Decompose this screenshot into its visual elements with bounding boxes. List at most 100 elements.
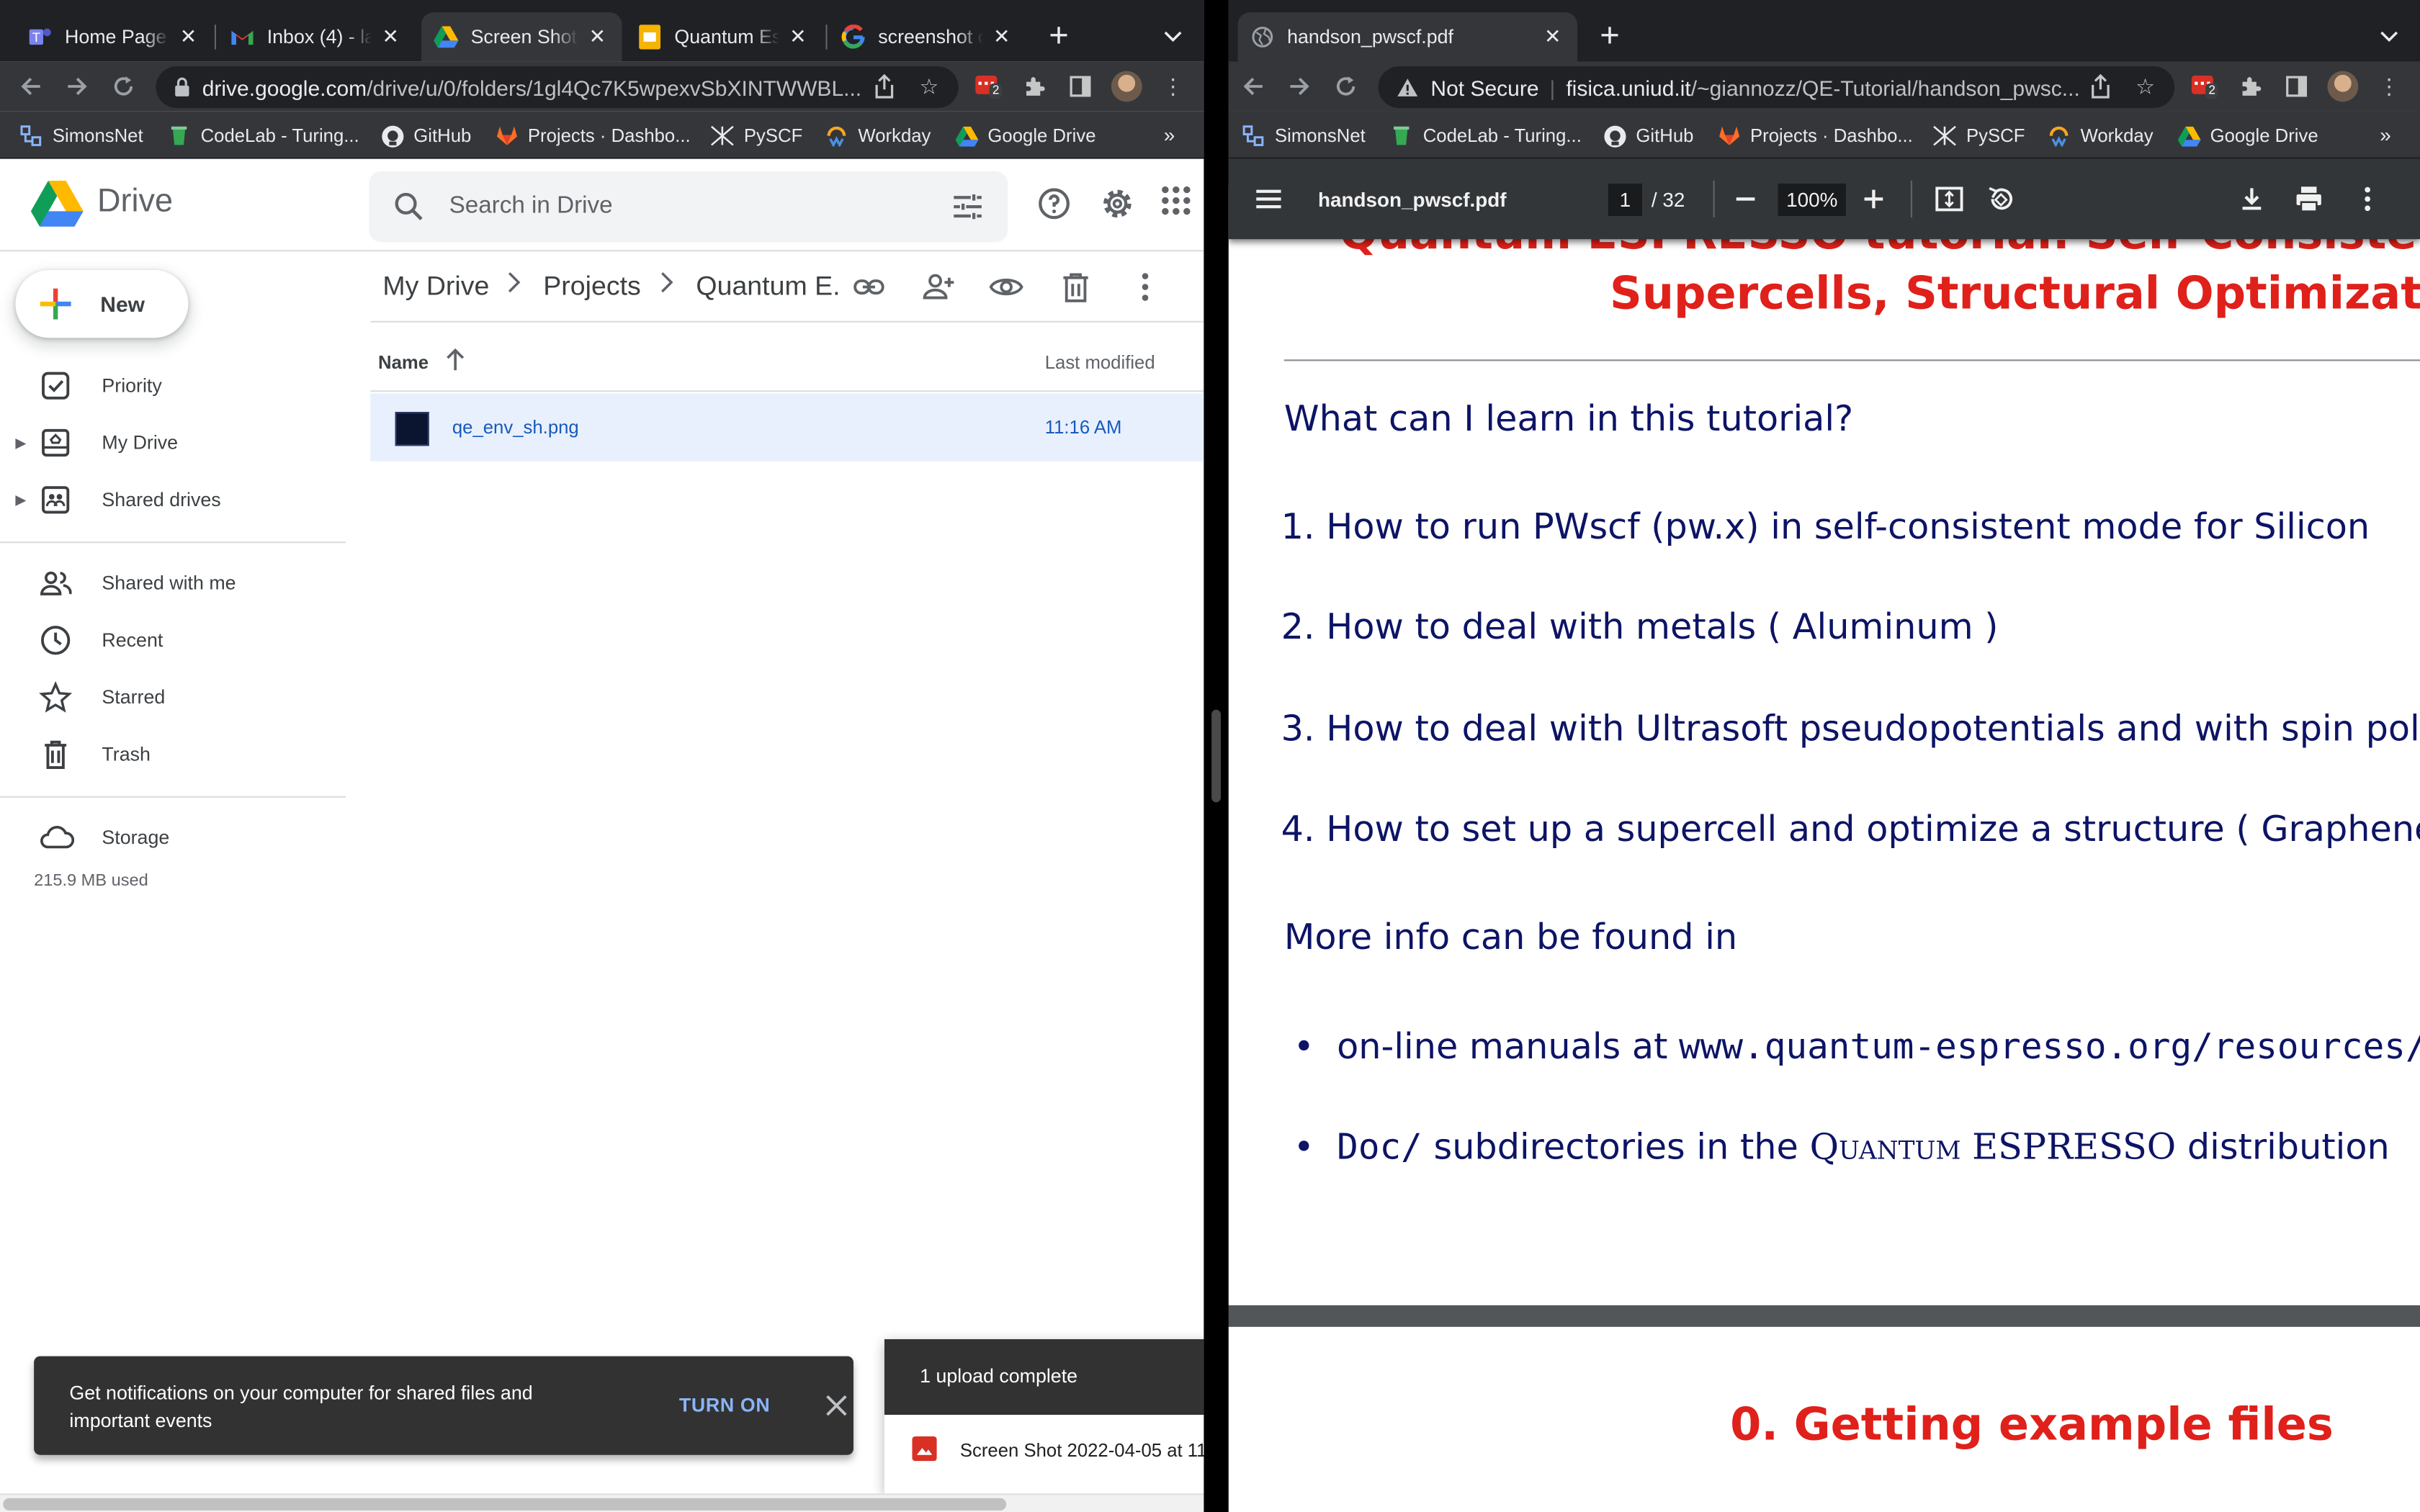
sort-arrow-up-icon[interactable] — [443, 346, 467, 374]
side-panel-icon[interactable] — [2278, 68, 2315, 104]
close-icon[interactable]: ✕ — [786, 24, 810, 49]
tab-screen-shots[interactable]: Screen Shots ✕ — [421, 12, 622, 62]
share-icon[interactable] — [866, 68, 902, 104]
bookmark-projects[interactable]: Projects · Dashbo... — [1716, 122, 1913, 150]
page-number-input[interactable]: 1 — [1608, 183, 1642, 216]
print-icon[interactable] — [2293, 181, 2330, 217]
reload-icon[interactable] — [1327, 68, 1364, 104]
add-person-icon[interactable] — [920, 269, 956, 305]
zoom-in-icon[interactable] — [1858, 181, 1895, 217]
bookmark-pyscf[interactable]: PySCF — [710, 122, 802, 150]
bookmark-workday[interactable]: Workday — [2046, 122, 2154, 150]
turn-on-button[interactable]: TURN ON — [679, 1395, 771, 1416]
divider-handle[interactable] — [1211, 709, 1221, 803]
sidebar-item-my-drive[interactable]: ▶ My Drive — [0, 418, 346, 468]
not-secure-label[interactable]: Not Secure — [1430, 75, 1538, 99]
search-icon[interactable] — [390, 188, 427, 225]
new-tab-button[interactable]: + — [1037, 15, 1080, 58]
tab-quantum-espresso[interactable]: Quantum Esp ✕ — [625, 12, 823, 62]
split-view-divider[interactable] — [1204, 0, 1229, 1512]
bookmark-github[interactable]: GitHub — [1602, 122, 1693, 150]
breadcrumb-quantum[interactable]: Quantum E. — [696, 270, 840, 302]
uploaded-file-name[interactable]: Screen Shot 2022-04-05 at 11 — [960, 1439, 1204, 1461]
bookmark-simonsnet[interactable]: SimonsNet — [1241, 122, 1366, 150]
zoom-level-input[interactable]: 100% — [1778, 183, 1846, 216]
close-icon[interactable]: ✕ — [378, 24, 403, 49]
fit-to-page-icon[interactable] — [1934, 181, 1971, 217]
zoom-out-icon[interactable] — [1730, 181, 1767, 217]
sidebar-item-priority[interactable]: Priority — [0, 361, 346, 410]
preview-eye-icon[interactable] — [987, 269, 1024, 305]
forward-arrow-icon[interactable] — [58, 68, 95, 104]
more-vert-icon[interactable] — [2352, 181, 2389, 217]
sidebar-item-trash[interactable]: Trash — [0, 730, 346, 780]
extension-badge-icon[interactable]: 2 — [969, 68, 1006, 104]
table-row[interactable]: qe_env_sh.png 11:16 AM — [370, 393, 1204, 462]
sidebar-item-recent[interactable]: Recent — [0, 616, 346, 665]
tab-search-chevron-icon[interactable] — [1155, 19, 1191, 55]
more-vert-icon[interactable] — [1126, 269, 1163, 305]
bookmark-google-drive[interactable]: Google Drive — [2176, 122, 2318, 150]
tab-google-search[interactable]: screenshot o ✕ — [829, 12, 1026, 62]
bookmarks-overflow-button[interactable]: » — [2380, 123, 2391, 146]
bookmark-projects[interactable]: Projects · Dashbo... — [494, 122, 691, 150]
address-bar[interactable]: drive.google.com/drive/u/0/folders/1gl4Q… — [156, 66, 959, 108]
delete-trash-icon[interactable] — [1057, 269, 1094, 305]
back-arrow-icon[interactable] — [1234, 68, 1271, 104]
bookmark-workday[interactable]: Workday — [824, 122, 931, 150]
back-arrow-icon[interactable] — [12, 68, 49, 104]
close-icon[interactable] — [821, 1390, 852, 1421]
settings-gear-icon[interactable] — [1099, 185, 1136, 222]
file-name[interactable]: qe_env_sh.png — [452, 417, 579, 438]
menu-hamburger-icon[interactable] — [1253, 181, 1290, 217]
apps-grid-icon[interactable] — [1160, 185, 1197, 222]
expand-caret-icon[interactable]: ▶ — [15, 434, 30, 451]
bookmark-pyscf[interactable]: PySCF — [1932, 122, 2025, 150]
help-icon[interactable] — [1036, 185, 1072, 222]
column-last-modified[interactable]: Last modified — [1045, 352, 1155, 374]
breadcrumb-my-drive[interactable]: My Drive — [382, 270, 489, 302]
expand-caret-icon[interactable]: ▶ — [15, 492, 30, 509]
sidebar-item-shared-with-me[interactable]: Shared with me — [0, 559, 346, 608]
tab-handson-pwscf[interactable]: handson_pwscf.pdf ✕ — [1237, 12, 1577, 62]
close-icon[interactable]: ✕ — [176, 24, 200, 49]
horizontal-scrollbar[interactable] — [0, 1493, 1204, 1512]
tab-search-chevron-icon[interactable] — [2370, 19, 2407, 55]
rotate-icon[interactable] — [1985, 181, 2022, 217]
bookmark-simonsnet[interactable]: SimonsNet — [19, 122, 143, 150]
close-icon[interactable]: ✕ — [990, 24, 1014, 49]
sidebar-item-starred[interactable]: Starred — [0, 672, 346, 722]
address-bar[interactable]: Not Secure | fisica.uniud.it/~giannozz/Q… — [1378, 66, 2175, 108]
upload-panel-header[interactable]: 1 upload complete — [884, 1339, 1204, 1415]
pdf-bullet-1-url[interactable]: www.quantum-espresso.org/resources/us — [1679, 1027, 2420, 1068]
download-icon[interactable] — [2236, 181, 2273, 217]
new-button[interactable]: New — [15, 270, 189, 338]
profile-avatar[interactable] — [2327, 71, 2359, 102]
profile-avatar[interactable] — [1111, 71, 1142, 102]
extensions-puzzle-icon[interactable] — [1016, 68, 1052, 104]
sidebar-item-shared-drives[interactable]: ▶ Shared drives — [0, 475, 346, 525]
scrollbar-thumb[interactable] — [3, 1498, 1007, 1511]
share-icon[interactable] — [2082, 68, 2119, 104]
bookmark-codelab[interactable]: CodeLab - Turing... — [1389, 122, 1582, 150]
forward-arrow-icon[interactable] — [1281, 68, 1318, 104]
google-drive-logo-icon[interactable] — [30, 180, 84, 227]
search-options-icon[interactable] — [949, 188, 986, 225]
chrome-menu-icon[interactable]: ⋮ — [2370, 68, 2407, 104]
column-name[interactable]: Name — [378, 352, 429, 374]
chrome-menu-icon[interactable]: ⋮ — [1155, 68, 1191, 104]
side-panel-icon[interactable] — [1062, 68, 1098, 104]
search-bar[interactable]: Search in Drive — [369, 171, 1008, 243]
bookmark-codelab[interactable]: CodeLab - Turing... — [166, 122, 359, 150]
link-icon[interactable] — [851, 269, 887, 305]
breadcrumb-projects[interactable]: Projects — [543, 270, 640, 302]
app-title[interactable]: Drive — [97, 184, 173, 220]
bookmark-github[interactable]: GitHub — [380, 122, 471, 150]
extension-badge-icon[interactable]: 2 — [2185, 68, 2222, 104]
reload-icon[interactable] — [105, 68, 142, 104]
bookmark-star-icon[interactable]: ☆ — [910, 68, 947, 104]
tab-home-page[interactable]: T Home Page - ✕ — [15, 12, 212, 62]
sidebar-item-storage[interactable]: Storage — [0, 813, 346, 863]
bookmarks-overflow-button[interactable]: » — [1164, 123, 1175, 146]
new-tab-button[interactable]: + — [1588, 15, 1631, 58]
